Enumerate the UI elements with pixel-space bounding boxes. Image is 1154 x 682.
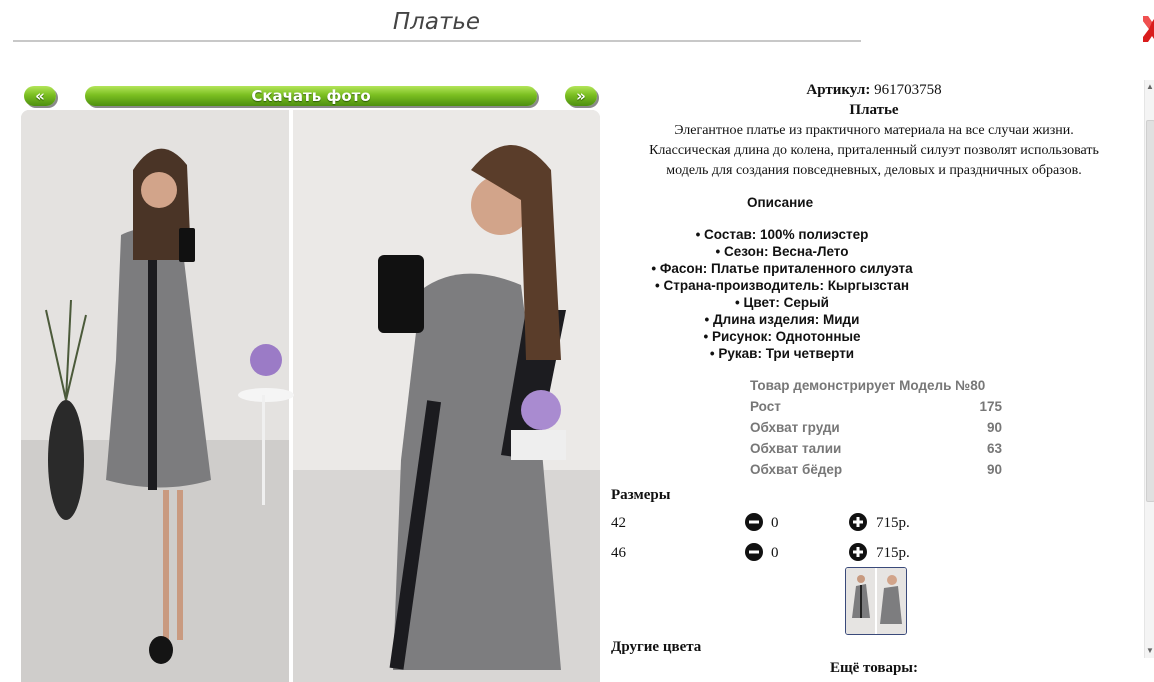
- description-line: Классическая длина до колена, приталенны…: [649, 143, 1099, 158]
- model-param-label: Обхват груди: [750, 420, 840, 435]
- description-title: Описание: [747, 195, 814, 210]
- property-item: • Страна-производитель: Кыргызстан: [654, 278, 910, 293]
- scrollbar-thumb[interactable]: [1146, 120, 1154, 502]
- scroll-up-arrow-icon[interactable]: ▲: [1145, 82, 1154, 92]
- model-row: Обхват бёдер 90: [750, 462, 1002, 483]
- property-item: • Длина изделия: Миди: [704, 312, 860, 327]
- size-row: 46 0 715р.: [611, 541, 911, 565]
- sku-line: Артикул: 961703758: [604, 82, 1144, 99]
- quantity-value: 0: [771, 515, 779, 531]
- model-row: Рост 175: [750, 399, 1002, 420]
- plus-circle-icon[interactable]: [849, 513, 867, 531]
- sku-value: 961703758: [874, 82, 942, 98]
- model-param-value: 175: [979, 399, 1002, 414]
- size-price: 715р.: [876, 545, 910, 561]
- model-title: Товар демонстрирует Модель №80: [750, 378, 986, 393]
- model-param-value: 90: [986, 462, 1002, 477]
- model-param-value: 90: [986, 420, 1002, 435]
- model-param-label: Рост: [750, 399, 781, 414]
- properties-list: • Состав: 100% полиэстер • Сезон: Весна-…: [604, 226, 960, 362]
- model-param-label: Обхват бёдер: [750, 462, 843, 477]
- sizes-title: Размеры: [611, 487, 671, 503]
- sku-label: Артикул:: [806, 82, 871, 98]
- property-item: • Фасон: Платье приталенного силуэта: [651, 261, 913, 276]
- prev-photo-button[interactable]: «: [24, 86, 56, 106]
- vertical-scrollbar[interactable]: ▲ ▼: [1144, 80, 1154, 658]
- product-name: Платье: [849, 102, 899, 118]
- plus-circle-icon[interactable]: [849, 543, 867, 561]
- more-goods-label: Ещё товары:: [829, 660, 919, 676]
- model-row: Обхват талии 63: [750, 441, 1002, 462]
- product-description: Элегантное платье из практичного материа…: [604, 121, 1144, 181]
- property-item: • Рукав: Три четверти: [709, 346, 855, 361]
- page-title: Платье: [392, 9, 481, 35]
- size-price: 715р.: [876, 515, 910, 531]
- model-params: Товар демонстрирует Модель №80 Рост 175 …: [750, 378, 1002, 483]
- model-row: Обхват груди 90: [750, 420, 1002, 441]
- download-photo-button[interactable]: Скачать фото: [85, 86, 537, 106]
- property-item: • Состав: 100% полиэстер: [695, 227, 869, 242]
- minus-circle-icon[interactable]: [745, 513, 763, 531]
- size-value: 46: [611, 545, 626, 561]
- product-photo[interactable]: [21, 110, 600, 682]
- size-row: 42 0 715р.: [611, 511, 911, 535]
- model-param-label: Обхват талии: [750, 441, 842, 456]
- size-value: 42: [611, 515, 626, 531]
- title-divider: [13, 40, 861, 42]
- model-param-value: 63: [986, 441, 1002, 456]
- color-thumbnail[interactable]: [845, 567, 907, 635]
- close-icon: [1143, 16, 1154, 42]
- close-button[interactable]: [1137, 14, 1154, 44]
- property-item: • Цвет: Серый: [735, 295, 829, 310]
- property-item: • Сезон: Весна-Лето: [715, 244, 849, 259]
- property-item: • Рисунок: Однотонные: [703, 329, 861, 344]
- scroll-down-arrow-icon[interactable]: ▼: [1145, 646, 1154, 656]
- next-photo-button[interactable]: »: [565, 86, 597, 106]
- quantity-value: 0: [771, 545, 779, 561]
- minus-circle-icon[interactable]: [745, 543, 763, 561]
- description-line: Элегантное платье из практичного материа…: [674, 123, 1074, 138]
- description-line: модель для создания повседневных, деловы…: [666, 163, 1082, 178]
- other-colors-label: Другие цвета: [611, 639, 702, 655]
